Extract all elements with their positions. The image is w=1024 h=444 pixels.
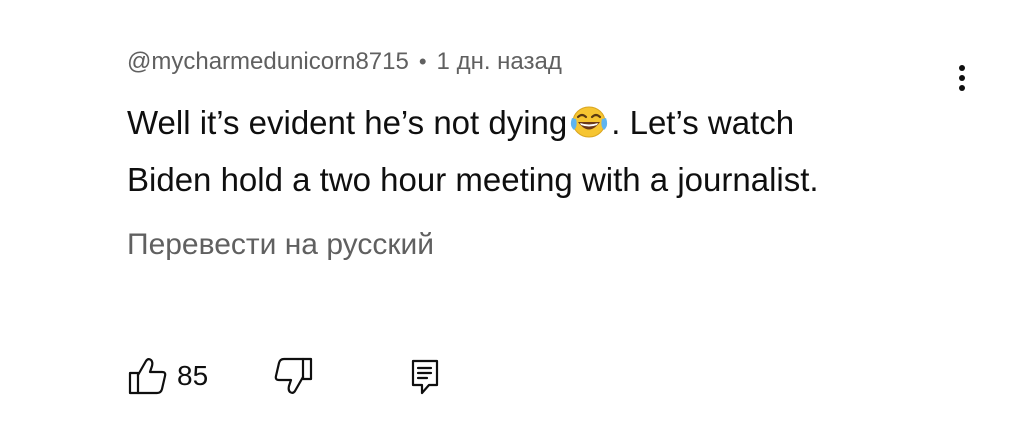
comment-timestamp[interactable]: 1 дн. назад xyxy=(437,48,562,76)
translate-link[interactable]: Перевести на русский xyxy=(127,228,434,262)
comment-container: @mycharmedunicorn8715 • 1 дн. назад Well… xyxy=(127,44,947,208)
comment-text: Well it’s evident he’s not dying . Let’s… xyxy=(127,94,947,208)
comment-meta: @mycharmedunicorn8715 • 1 дн. назад xyxy=(127,44,947,80)
like-button[interactable]: 85 xyxy=(127,356,208,396)
like-count: 85 xyxy=(177,360,209,391)
comment-text-part-2: . Let’s watch xyxy=(611,104,795,141)
comment-text-line-1: Well it’s evident he’s not dying . Let’s… xyxy=(127,94,947,151)
thumbs-down-icon xyxy=(272,356,314,396)
thumbs-up-icon xyxy=(127,356,169,396)
comment-text-part-1: Well it’s evident he’s not dying xyxy=(127,104,568,141)
reply-comment-icon xyxy=(409,358,441,396)
face-with-tears-of-joy-emoji-icon xyxy=(569,104,609,140)
reply-button[interactable] xyxy=(409,358,441,396)
comment-actions: 85 xyxy=(127,356,487,400)
dislike-button[interactable] xyxy=(272,356,314,396)
more-vertical-icon[interactable] xyxy=(950,60,974,100)
meta-separator: • xyxy=(418,49,427,74)
comment-author[interactable]: @mycharmedunicorn8715 xyxy=(127,48,409,76)
comment-text-line-2: Biden hold a two hour meeting with a jou… xyxy=(127,161,819,198)
